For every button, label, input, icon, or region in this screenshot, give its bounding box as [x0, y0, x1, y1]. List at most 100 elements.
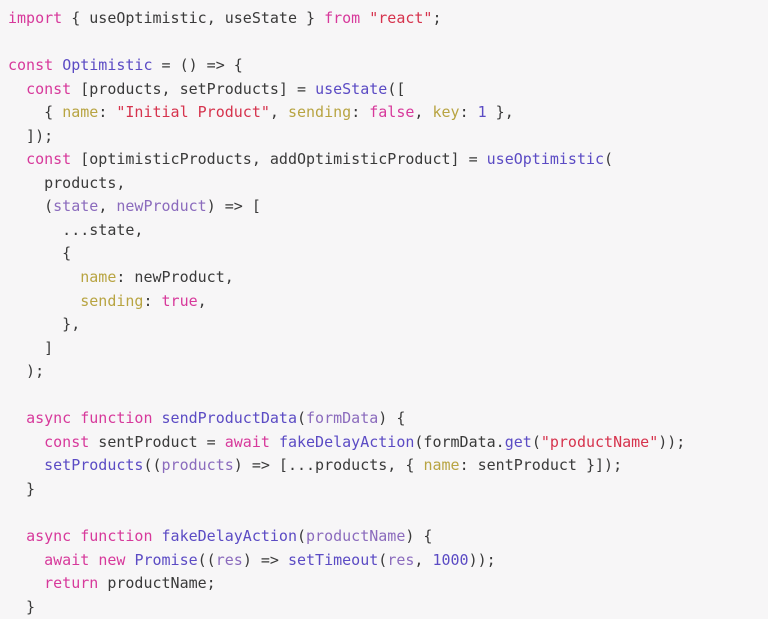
code-line[interactable]: const sentProduct = await fakeDelayActio… — [8, 431, 768, 455]
code-line[interactable]: { — [8, 242, 768, 266]
code-token-keyword: import — [8, 9, 63, 27]
code-token-plain: ([ — [387, 79, 406, 98]
code-token-plain: [products, setProducts] = — [71, 79, 316, 98]
code-line[interactable]: sending: true, — [8, 290, 768, 314]
code-token-function: setProducts — [44, 456, 144, 475]
code-token-keyword: return — [44, 574, 99, 593]
code-token-keyword: from — [324, 9, 361, 27]
code-token-plain: ] — [8, 338, 54, 357]
code-line[interactable]: } — [8, 596, 768, 619]
code-token-param: res — [387, 550, 415, 569]
code-token-plain: ( — [297, 409, 307, 428]
code-token-plain: ) => [...products, { — [233, 456, 424, 475]
code-token-plain: , — [269, 103, 288, 122]
code-token-param: formData — [306, 409, 379, 428]
code-token-plain: = () => { — [152, 56, 243, 75]
code-token-plain: : — [351, 103, 370, 122]
code-token-plain: ( — [604, 150, 614, 169]
code-token-plain: ) => [ — [206, 197, 261, 216]
code-line-blank[interactable] — [8, 384, 768, 408]
code-token-key: name — [423, 456, 460, 475]
code-token-class: Optimistic — [62, 56, 153, 75]
code-line[interactable]: { name: "Initial Product", sending: fals… — [8, 101, 768, 125]
code-token-keyword: const — [8, 56, 54, 75]
code-token-plain: { — [62, 9, 90, 27]
code-token-plain: }, — [8, 315, 81, 334]
code-viewer[interactable]: import { useOptimistic, useState } from … — [0, 0, 768, 619]
code-line[interactable]: products, — [8, 172, 768, 196]
code-line[interactable]: ] — [8, 337, 768, 361]
code-token-function: useState — [315, 79, 388, 98]
code-token-plain: { — [8, 103, 63, 122]
code-token-plain: (formData. — [414, 432, 505, 451]
code-token-plain: (( — [143, 456, 162, 475]
code-token-key: key — [432, 103, 460, 122]
code-line[interactable]: ]); — [8, 125, 768, 149]
code-line[interactable]: }, — [8, 313, 768, 337]
code-token-param: newProduct — [116, 197, 207, 216]
code-token-plain: useOptimistic — [89, 9, 207, 27]
code-token-param: productName — [306, 527, 406, 546]
code-line[interactable]: const Optimistic = () => { — [8, 54, 768, 78]
code-line[interactable]: const [products, setProducts] = useState… — [8, 78, 768, 102]
code-token-key: name — [62, 103, 99, 122]
code-token-plain: , — [206, 9, 225, 27]
code-line[interactable]: } — [8, 478, 768, 502]
code-line[interactable]: (state, newProduct) => [ — [8, 195, 768, 219]
code-line[interactable]: await new Promise((res) => setTimeout(re… — [8, 549, 768, 573]
code-token-plain: ) => — [242, 550, 288, 569]
code-token-function: get — [504, 432, 532, 451]
code-line[interactable]: setProducts((products) => [...products, … — [8, 454, 768, 478]
code-token-keyword: new — [98, 550, 126, 569]
code-token-plain: , — [414, 550, 433, 569]
code-token-param: res — [215, 550, 243, 569]
code-token-plain: } — [297, 9, 325, 27]
code-token-plain: ( — [297, 527, 307, 546]
code-token-function: setTimeout — [287, 550, 379, 569]
code-token-plain: : — [459, 103, 478, 122]
code-line[interactable]: return productName; — [8, 572, 768, 596]
code-line[interactable]: async function fakeDelayAction(productNa… — [8, 525, 768, 549]
code-line[interactable]: const [optimisticProducts, addOptimistic… — [8, 148, 768, 172]
code-line[interactable]: async function sendProductData(formData)… — [8, 407, 768, 431]
code-token-function: useOptimistic — [486, 150, 605, 169]
code-token-plain: } — [8, 479, 36, 498]
code-token-plain: } — [8, 597, 36, 616]
code-line-blank[interactable] — [8, 31, 768, 55]
code-line[interactable]: ); — [8, 360, 768, 384]
code-token-plain: ( — [378, 550, 388, 569]
code-token-function: Promise — [134, 550, 198, 569]
code-token-keyword: const — [26, 79, 72, 98]
code-line[interactable]: import { useOptimistic, useState } from … — [8, 7, 768, 31]
code-token-plain: productName; — [98, 574, 216, 593]
code-token-plain: ) { — [378, 409, 406, 428]
code-token-plain: , — [197, 291, 207, 310]
code-token-function: fakeDelayAction — [161, 527, 297, 546]
code-token-keyword: const — [26, 150, 72, 169]
code-token-plain: ...state, — [8, 220, 144, 239]
code-line[interactable]: name: newProduct, — [8, 266, 768, 290]
code-token-plain: , — [414, 103, 433, 122]
code-line[interactable]: ...state, — [8, 219, 768, 243]
code-token-function: sendProductData — [161, 409, 297, 428]
code-token-plain: : — [143, 291, 162, 310]
code-token-plain: : newProduct, — [116, 268, 234, 287]
code-token-plain: ; — [432, 9, 442, 27]
code-token-keyword: async function — [26, 527, 153, 546]
code-token-key: name — [80, 268, 117, 287]
code-token-key: sending — [80, 291, 144, 310]
code-line-blank[interactable] — [8, 501, 768, 525]
code-token-function: fakeDelayAction — [278, 432, 415, 451]
